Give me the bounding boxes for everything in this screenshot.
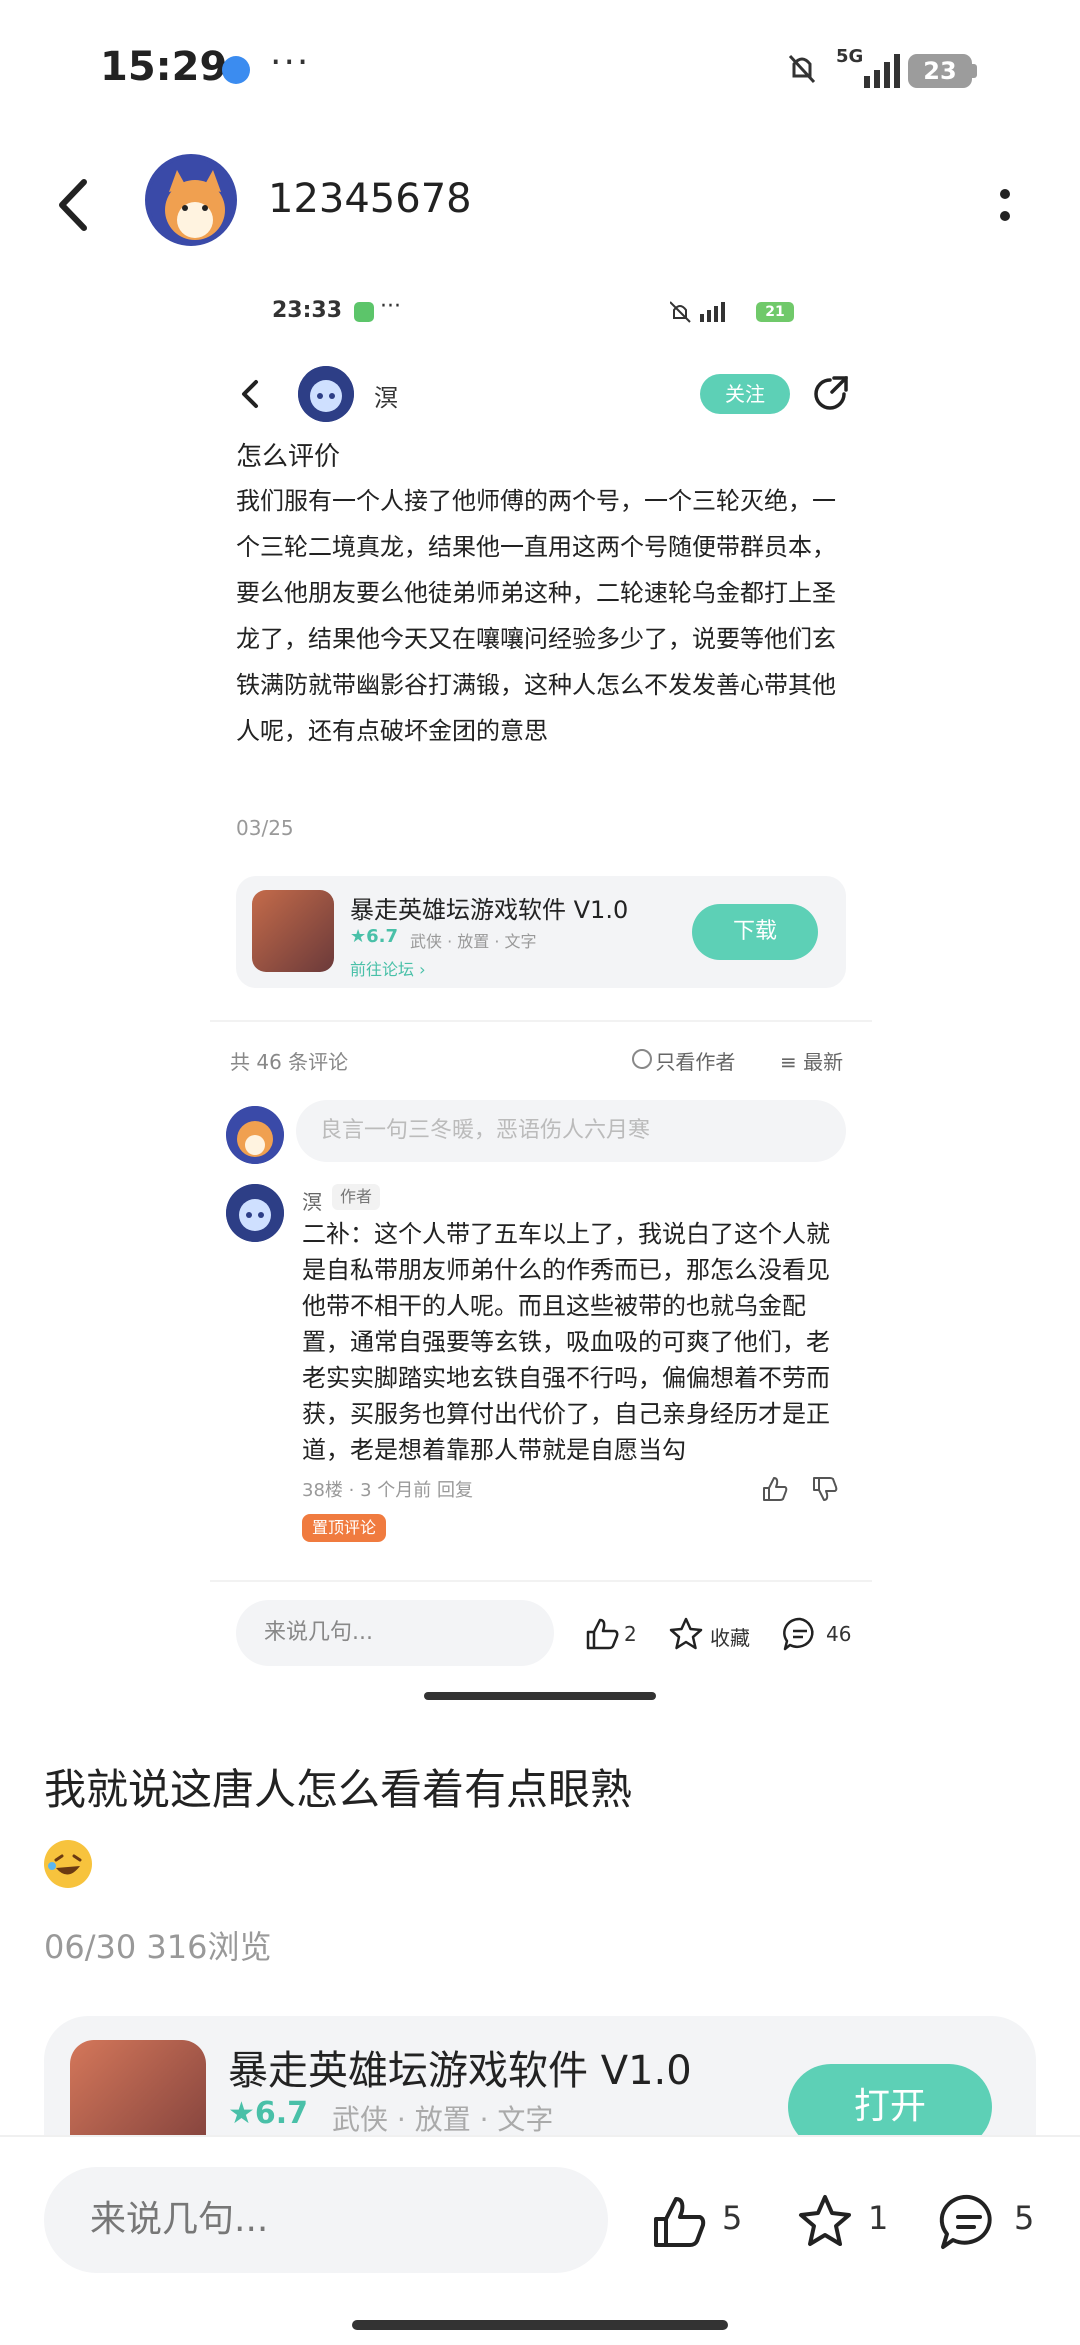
app-name: 暴走英雄坛游戏软件 V1.0 [228, 2048, 692, 2094]
battery-tip [972, 64, 977, 78]
embedded-post-title: 怎么评价 [236, 442, 341, 472]
filter-label: 只看作者 [655, 1050, 736, 1074]
embedded-forum-link: 前往论坛 › [350, 960, 426, 979]
embedded-battery-icon: 21 [756, 302, 794, 322]
username: 12345678 [268, 176, 472, 222]
app-tags: 武侠 · 放置 · 文字 [332, 2103, 554, 2136]
embedded-author-only-filter: 只看作者 [630, 1046, 735, 1075]
embedded-my-avatar [226, 1106, 284, 1164]
status-more-icon: ··· [270, 42, 311, 83]
status-time: 15:29 [100, 44, 228, 90]
embedded-comment-input: 良言一句三冬暖，恶语伤人六月寒 [296, 1100, 846, 1162]
comment-icon[interactable] [936, 2191, 1002, 2253]
laughing-emoji-icon [44, 1840, 92, 1888]
embedded-like-count: 2 [624, 1622, 637, 1646]
comment-count: 5 [1014, 2199, 1035, 2237]
post-title: 我就说这唐人怎么看着有点眼熟 [44, 1765, 633, 1814]
embedded-app-icon [252, 890, 334, 972]
embedded-app-card: 暴走英雄坛游戏软件 V1.0 ★6.7 武侠 · 放置 · 文字 前往论坛 › … [236, 876, 846, 988]
status-bar: 15:29 ··· 5G 23 [0, 0, 1080, 140]
post-meta: 06/30 316浏览 [44, 1928, 272, 1966]
embedded-sort: ≡ 最新 [780, 1050, 844, 1074]
more-vertical-icon[interactable] [990, 180, 1020, 230]
star-icon[interactable] [794, 2191, 856, 2253]
like-icon[interactable] [648, 2191, 710, 2253]
shiba-avatar-icon [149, 158, 233, 242]
mute-icon [788, 54, 816, 84]
charging-icon [354, 302, 374, 322]
embedded-comment-text: 二补：这个人带了五车以上了，我说白了这个人就是自私带朋友师弟什么的作秀而已，那怎… [302, 1220, 830, 1464]
thumbs-down-icon [813, 1477, 838, 1501]
home-indicator [352, 2320, 728, 2330]
pinned-comment-badge: 置顶评论 [302, 1514, 387, 1542]
like-icon [586, 1618, 619, 1650]
embedded-author-avatar [298, 366, 354, 422]
embedded-commenter-avatar [226, 1184, 284, 1242]
comment-input[interactable]: 来说几句... [44, 2167, 608, 2273]
back-arrow-icon[interactable] [44, 170, 104, 240]
app-rating: ★6.7 [228, 2096, 309, 2131]
star-icon [669, 1617, 703, 1650]
embedded-back-icon [242, 380, 258, 408]
embedded-more-icon: ··· [380, 294, 401, 319]
divider [210, 1020, 872, 1022]
app-notification-icon [222, 56, 250, 84]
user-avatar[interactable] [145, 154, 237, 246]
embedded-status-time: 23:33 [272, 298, 343, 323]
embedded-bottom-input: 来说几句... [236, 1600, 554, 1666]
embedded-commenter-name: 溟 [302, 1190, 322, 1214]
embedded-home-indicator [424, 1692, 656, 1700]
shared-screenshot[interactable]: 23:33 ··· 21 溟 关注 怎么评价 我们服有一个人接了他师傅的两个号，… [140, 270, 880, 1700]
author-badge: 作者 [332, 1184, 381, 1210]
conversation-header: 12345678 [0, 140, 1080, 270]
embedded-author-name: 溟 [374, 384, 398, 412]
embedded-app-rating: ★6.7 [350, 926, 399, 947]
embedded-post-date: 03/25 [236, 816, 294, 840]
thumbs-up-icon [763, 1477, 788, 1501]
embedded-download-button: 下载 [692, 904, 818, 960]
sort-label: 最新 [803, 1050, 844, 1074]
embedded-fav-label: 收藏 [710, 1626, 750, 1650]
embedded-comment-count: 共 46 条评论 [230, 1050, 349, 1074]
comment-icon [783, 1617, 814, 1651]
like-count: 5 [722, 2199, 743, 2237]
embedded-post-body: 我们服有一个人接了他师傅的两个号，一个三轮灭绝，一个三轮二境真龙，结果他一直用这… [236, 487, 836, 745]
embedded-follow-button: 关注 [700, 374, 790, 414]
embedded-app-tags: 武侠 · 放置 · 文字 [410, 932, 537, 951]
embedded-app-name: 暴走英雄坛游戏软件 V1.0 [350, 896, 629, 924]
battery-icon: 23 [908, 54, 972, 88]
embedded-comment-total: 46 [826, 1622, 852, 1646]
bottom-action-bar: 来说几句... 5 1 5 [0, 2135, 1080, 2345]
embedded-share-icon [814, 376, 848, 410]
favorite-count: 1 [868, 2199, 889, 2237]
divider [210, 1580, 872, 1582]
embedded-comment-meta: 38楼 · 3 个月前 回复 [302, 1480, 473, 1501]
